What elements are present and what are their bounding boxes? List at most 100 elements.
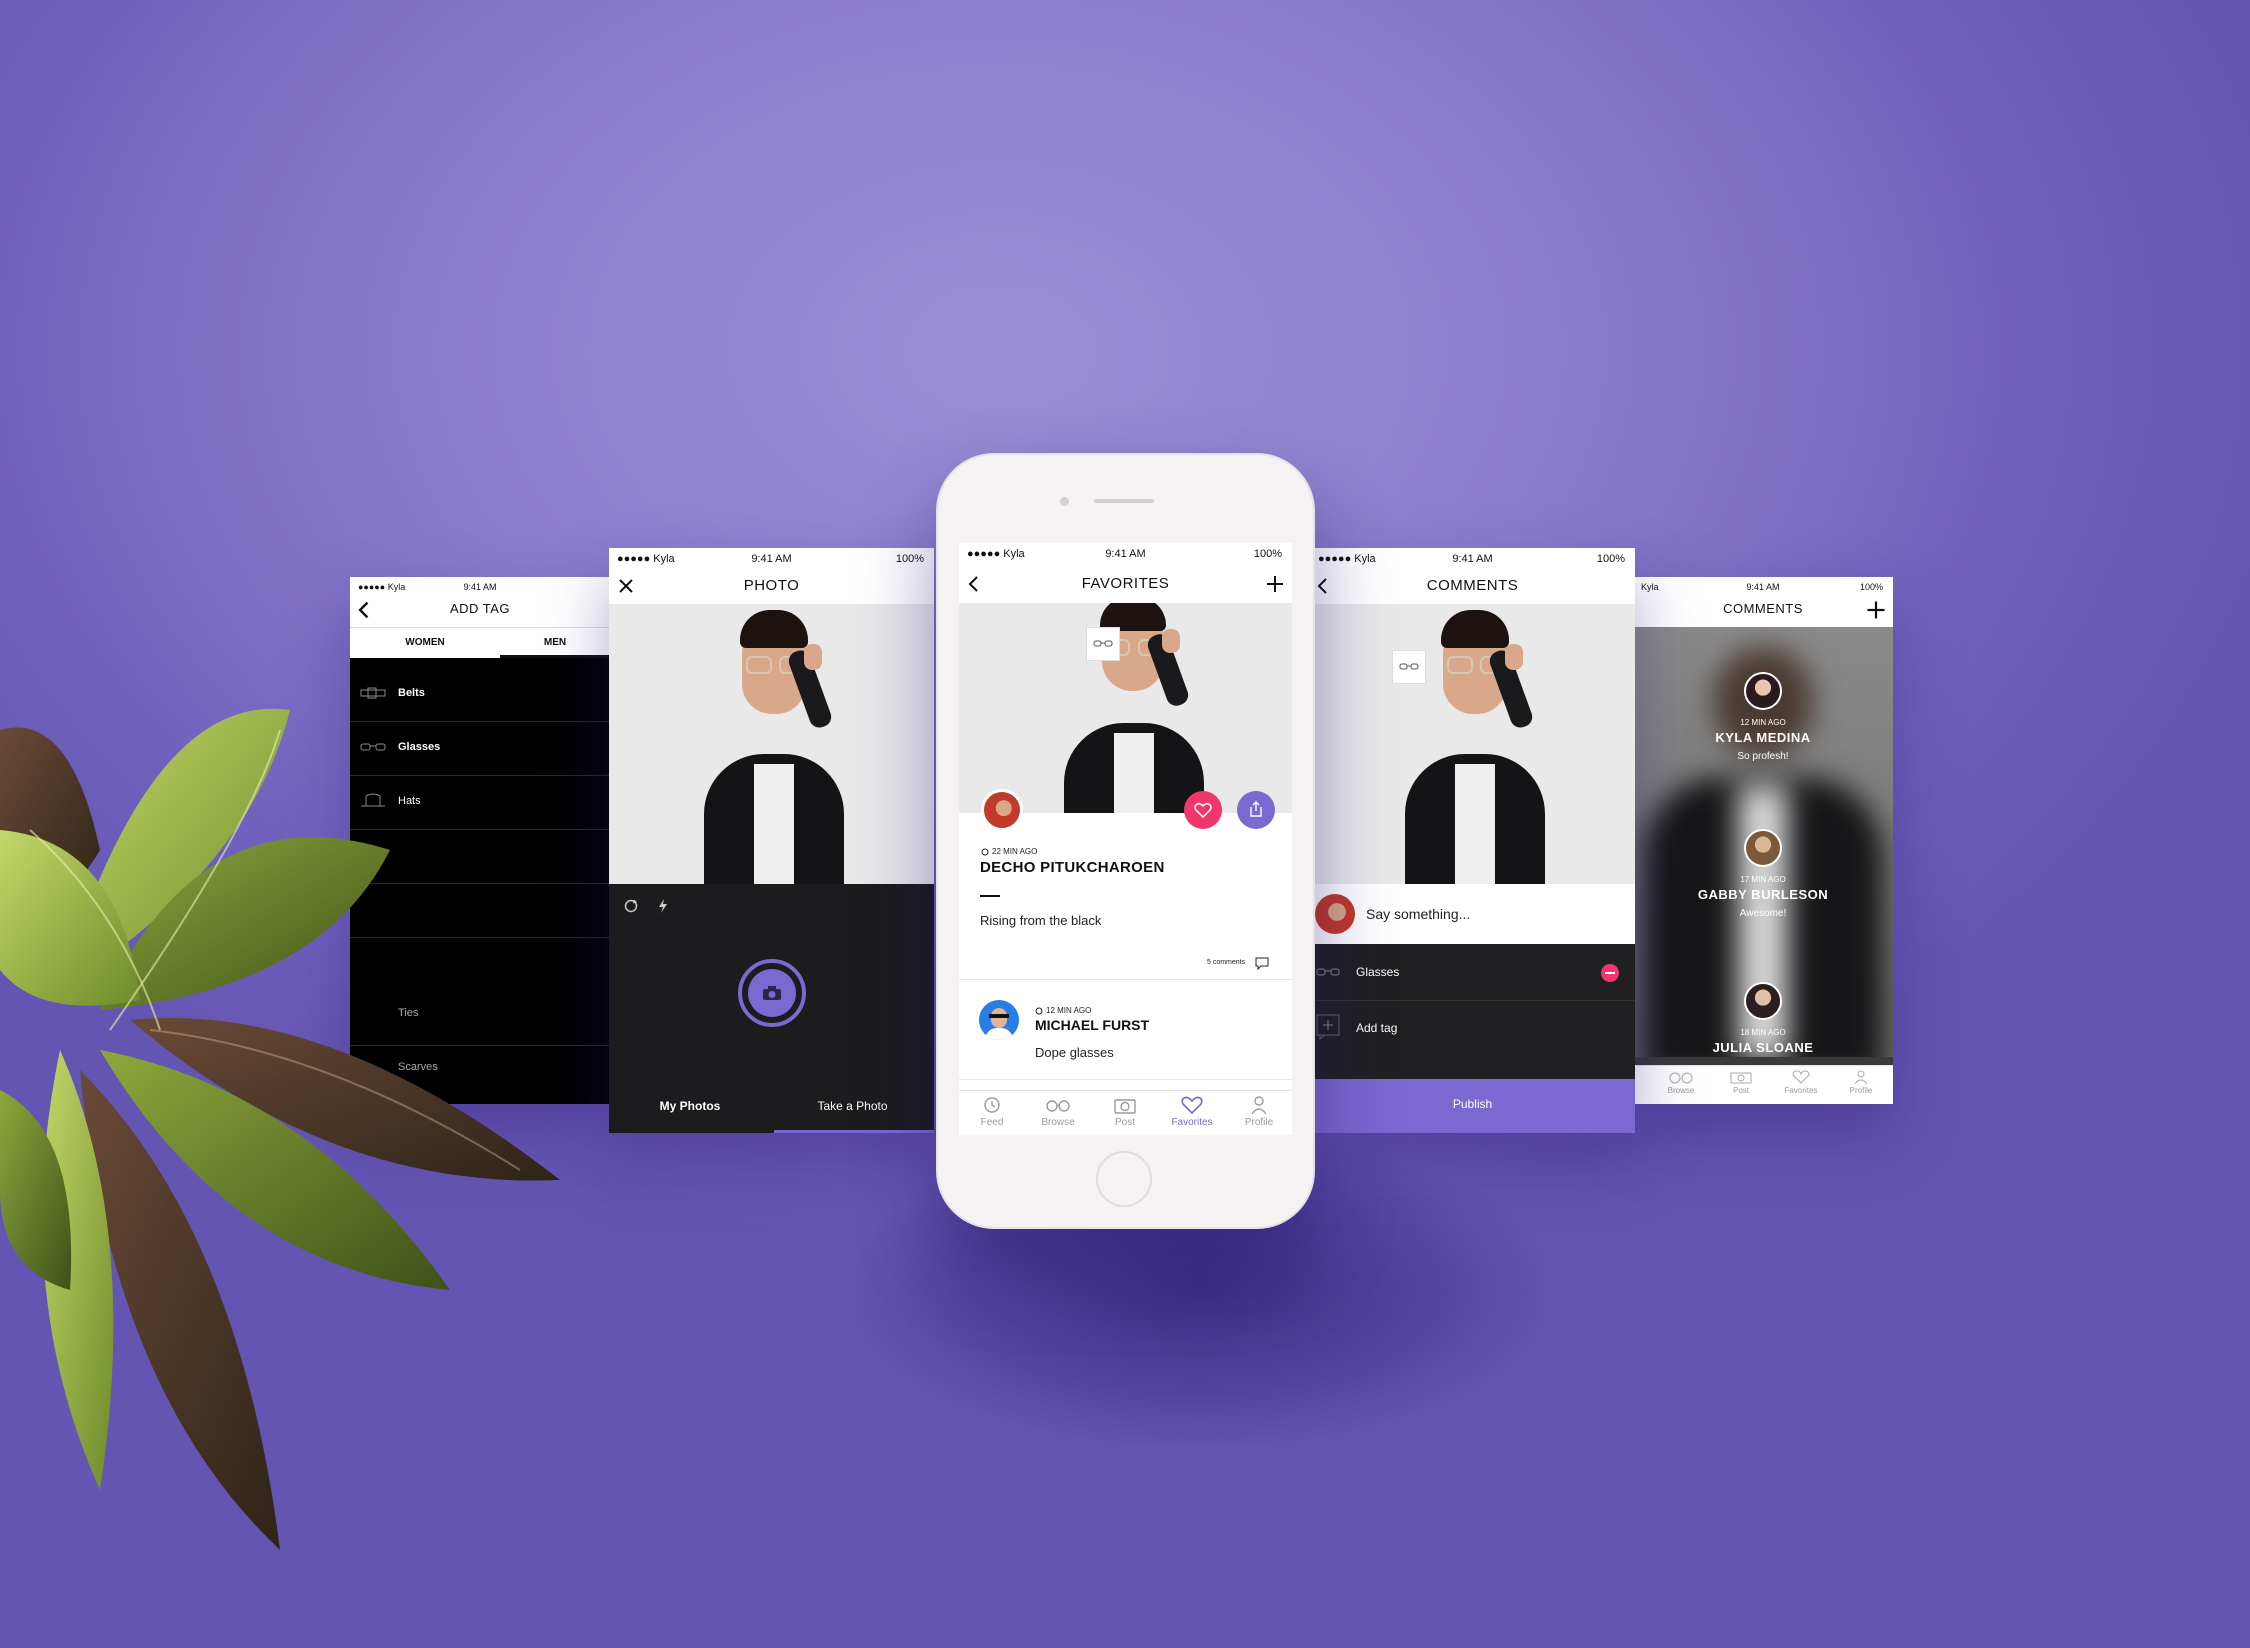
remove-tag-button[interactable] [1601, 964, 1619, 982]
tab-bar: Feed Browse Post Favorites Profile [959, 1090, 1292, 1135]
back-icon[interactable] [963, 573, 985, 595]
comment-avatar[interactable] [979, 1000, 1019, 1040]
camera-icon [1114, 1099, 1136, 1114]
add-icon[interactable] [1264, 573, 1286, 595]
clock: 9:41 AM [463, 582, 497, 592]
tab-label: Browse [1667, 1086, 1695, 1095]
comments-count[interactable]: 5 comments [1207, 959, 1245, 966]
tab-label: Feed [980, 1117, 1004, 1128]
tab-favorites[interactable]: Favorites [1167, 1095, 1217, 1128]
comment-author: JULIA SLOANE [1712, 1040, 1814, 1055]
status-bar: ●●●●● Kyla 9:41 AM 100% [609, 548, 934, 570]
tab-favorites[interactable]: Favorites [1776, 1070, 1826, 1095]
flip-camera-icon[interactable] [623, 898, 639, 914]
photo-preview [609, 604, 934, 884]
tab-label: Favorites [1171, 1117, 1213, 1128]
glasses-icon [1669, 1072, 1693, 1084]
comment-time: 12 MIN AGO [1046, 1006, 1092, 1015]
status-bar: ●●●●● Kyla 9:41 AM 100% [959, 543, 1292, 565]
glasses-icon [1093, 640, 1113, 647]
tab-post[interactable]: Post [1100, 1095, 1150, 1128]
tab-label: Post [1732, 1086, 1749, 1095]
battery: 100% [1596, 553, 1625, 565]
tab-take-photo[interactable]: Take a Photo [771, 1079, 934, 1133]
shutter-button[interactable] [738, 959, 806, 1027]
comment-text: So profesh! [1737, 751, 1789, 762]
tab-label: Profile [1244, 1117, 1274, 1128]
author-avatar[interactable] [981, 789, 1023, 831]
add-tag-icon [1316, 1014, 1340, 1040]
battery: 100% [895, 553, 924, 565]
home-button[interactable] [1096, 1151, 1152, 1207]
clock: 9:41 AM [1746, 582, 1780, 592]
page-title: ADD TAG [449, 601, 511, 616]
navbar: ADD TAG [350, 595, 610, 623]
tab-browse[interactable]: Browse [1656, 1070, 1706, 1095]
divider [980, 895, 1000, 897]
comment-icon[interactable] [1255, 957, 1269, 970]
clock: 9:41 AM [1105, 548, 1146, 560]
comment-author: MICHAEL FURST [1035, 1017, 1150, 1033]
comment-time: 17 MIN AGO [1740, 875, 1786, 884]
heart-icon [1194, 802, 1212, 818]
phone-speaker [1094, 499, 1154, 503]
avatar [1315, 894, 1355, 934]
tab-browse[interactable]: Browse [1033, 1095, 1083, 1128]
clock-icon [981, 848, 989, 856]
tag-row-glasses[interactable]: Glasses [1310, 944, 1635, 1001]
profile-icon [1251, 1096, 1267, 1115]
tab-bar: Browse Post Favorites Profile [1633, 1065, 1893, 1104]
status-bar: ●●●●● Kyla 9:41 AM 100% [1310, 548, 1635, 570]
screen-photo: ●●●●● Kyla 9:41 AM 100% PHOTO My Photos … [609, 548, 934, 1133]
like-button[interactable] [1184, 791, 1222, 829]
photo-preview [1310, 604, 1635, 884]
add-tag-row[interactable]: Add tag [1310, 1000, 1635, 1056]
tab-label: Profile [1849, 1086, 1873, 1095]
avatar [1744, 672, 1782, 710]
tab-label: Browse [1041, 1117, 1075, 1128]
camera-icon [763, 986, 781, 1000]
glasses-tag-marker[interactable] [1392, 650, 1426, 684]
navbar: FAVORITES [959, 567, 1292, 601]
battery: 100% [1859, 582, 1883, 592]
comment-entry: 17 MIN AGO GABBY BURLESON Awesome! [1633, 829, 1893, 919]
back-icon[interactable] [1312, 575, 1334, 597]
page-title: COMMENTS [1426, 577, 1519, 594]
flash-icon[interactable] [657, 898, 669, 914]
comment-entry: 12 MIN AGO KYLA MEDINA So profesh! [1633, 672, 1893, 762]
post-time: 22 MIN AGO [992, 847, 1038, 856]
navbar: COMMENTS [1633, 595, 1893, 623]
tab-profile[interactable]: Profile [1836, 1070, 1886, 1095]
battery: 100% [1253, 548, 1282, 560]
comment-composer[interactable]: Say something... [1310, 884, 1635, 944]
tab-my-photos[interactable]: My Photos [609, 1079, 771, 1133]
heart-icon [1792, 1070, 1810, 1084]
publish-button[interactable]: Publish [1310, 1079, 1635, 1133]
profile-icon [1854, 1070, 1868, 1084]
glasses-icon [1316, 968, 1340, 976]
comment-author: GABBY BURLESON [1697, 887, 1829, 902]
glasses-icon [1399, 663, 1419, 670]
share-icon [1250, 801, 1262, 817]
navbar: COMMENTS [1310, 569, 1635, 603]
close-icon[interactable] [615, 575, 637, 597]
clock-icon [1035, 1007, 1043, 1015]
tab-post[interactable]: Post [1716, 1070, 1766, 1095]
tab-label: Favorites [1784, 1086, 1818, 1095]
comment-input[interactable]: Say something... [1366, 906, 1470, 922]
post-caption: Rising from the black [980, 913, 1102, 928]
share-button[interactable] [1237, 791, 1275, 829]
camera-icon [1730, 1072, 1752, 1084]
page-title: FAVORITES [1081, 575, 1170, 592]
glasses-tag-marker[interactable] [1086, 627, 1120, 661]
person-figure [1355, 604, 1595, 884]
comment-text: Awesome! [1739, 908, 1787, 919]
add-icon[interactable] [1865, 599, 1887, 621]
tab-profile[interactable]: Profile [1234, 1095, 1284, 1128]
tab-men[interactable]: MEN [500, 628, 610, 658]
back-icon[interactable] [354, 599, 376, 621]
comment-text: Dope glasses [1035, 1045, 1114, 1060]
tab-women[interactable]: WOMEN [350, 628, 500, 658]
tab-feed[interactable]: Feed [967, 1095, 1017, 1128]
screen-comments-overlay: Kyla 9:41 AM 100% COMMENTS 12 MIN AGO KY… [1633, 577, 1893, 1104]
